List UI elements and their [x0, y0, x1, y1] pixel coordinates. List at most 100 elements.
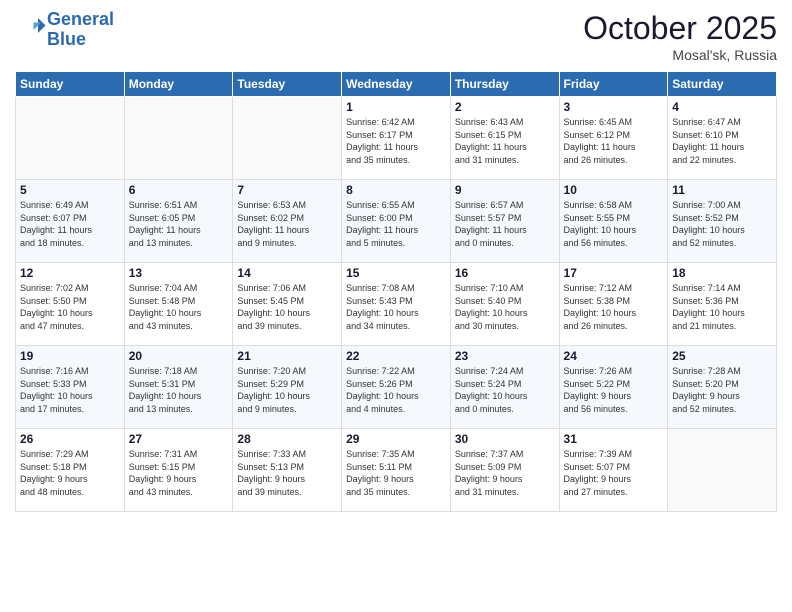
- day-info: Sunrise: 6:45 AM Sunset: 6:12 PM Dayligh…: [564, 116, 664, 166]
- day-info: Sunrise: 7:20 AM Sunset: 5:29 PM Dayligh…: [237, 365, 337, 415]
- day-number: 20: [129, 349, 229, 363]
- table-row: 17 Sunrise: 7:12 AM Sunset: 5:38 PM Dayli…: [559, 263, 668, 346]
- week-row-4: 19 Sunrise: 7:16 AM Sunset: 5:33 PM Dayli…: [16, 346, 777, 429]
- day-number: 10: [564, 183, 664, 197]
- day-number: 2: [455, 100, 555, 114]
- day-number: 25: [672, 349, 772, 363]
- logo-text: General Blue: [47, 10, 114, 50]
- table-row: 28Sunrise: 7:33 AM Sunset: 5:13 PM Dayli…: [233, 429, 342, 512]
- day-info: Sunrise: 7:04 AM Sunset: 5:48 PM Dayligh…: [129, 282, 229, 332]
- day-number: 3: [564, 100, 664, 114]
- day-number: 9: [455, 183, 555, 197]
- week-row-3: 12 Sunrise: 7:02 AM Sunset: 5:50 PM Dayli…: [16, 263, 777, 346]
- calendar: Sunday Monday Tuesday Wednesday Thursday…: [15, 71, 777, 512]
- day-number: 21: [237, 349, 337, 363]
- day-info: Sunrise: 6:43 AM Sunset: 6:15 PM Dayligh…: [455, 116, 555, 166]
- table-row: 15 Sunrise: 7:08 AM Sunset: 5:43 PM Dayli…: [342, 263, 451, 346]
- day-number: 17: [564, 266, 664, 280]
- table-row: [233, 97, 342, 180]
- day-info: Sunrise: 7:12 AM Sunset: 5:38 PM Dayligh…: [564, 282, 664, 332]
- table-row: 3 Sunrise: 6:45 AM Sunset: 6:12 PM Daylig…: [559, 97, 668, 180]
- day-number: 12: [20, 266, 120, 280]
- day-info: Sunrise: 7:18 AM Sunset: 5:31 PM Dayligh…: [129, 365, 229, 415]
- day-number: 28: [237, 432, 337, 446]
- month-title: October 2025: [583, 10, 777, 47]
- day-info: Sunrise: 7:08 AM Sunset: 5:43 PM Dayligh…: [346, 282, 446, 332]
- day-number: 16: [455, 266, 555, 280]
- table-row: 11 Sunrise: 7:00 AM Sunset: 5:52 PM Dayli…: [668, 180, 777, 263]
- day-info: Sunrise: 6:42 AM Sunset: 6:17 PM Dayligh…: [346, 116, 446, 166]
- day-number: 5: [20, 183, 120, 197]
- day-info: Sunrise: 6:55 AM Sunset: 6:00 PM Dayligh…: [346, 199, 446, 249]
- day-number: 15: [346, 266, 446, 280]
- day-info: Sunrise: 6:58 AM Sunset: 5:55 PM Dayligh…: [564, 199, 664, 249]
- day-number: 14: [237, 266, 337, 280]
- week-row-1: 1Sunrise: 6:42 AM Sunset: 6:17 PM Daylig…: [16, 97, 777, 180]
- day-info: Sunrise: 7:24 AM Sunset: 5:24 PM Dayligh…: [455, 365, 555, 415]
- day-info: Sunrise: 6:47 AM Sunset: 6:10 PM Dayligh…: [672, 116, 772, 166]
- table-row: [16, 97, 125, 180]
- day-number: 13: [129, 266, 229, 280]
- day-number: 6: [129, 183, 229, 197]
- day-info: Sunrise: 7:06 AM Sunset: 5:45 PM Dayligh…: [237, 282, 337, 332]
- table-row: 29 Sunrise: 7:35 AM Sunset: 5:11 PM Dayli…: [342, 429, 451, 512]
- table-row: 25Sunrise: 7:28 AM Sunset: 5:20 PM Dayli…: [668, 346, 777, 429]
- table-row: 24 Sunrise: 7:26 AM Sunset: 5:22 PM Dayli…: [559, 346, 668, 429]
- day-number: 8: [346, 183, 446, 197]
- table-row: 14 Sunrise: 7:06 AM Sunset: 5:45 PM Dayli…: [233, 263, 342, 346]
- day-number: 30: [455, 432, 555, 446]
- table-row: 9 Sunrise: 6:57 AM Sunset: 5:57 PM Daylig…: [450, 180, 559, 263]
- day-number: 24: [564, 349, 664, 363]
- table-row: 5 Sunrise: 6:49 AM Sunset: 6:07 PM Daylig…: [16, 180, 125, 263]
- day-info: Sunrise: 7:29 AM Sunset: 5:18 PM Dayligh…: [20, 448, 120, 498]
- day-info: Sunrise: 6:51 AM Sunset: 6:05 PM Dayligh…: [129, 199, 229, 249]
- day-info: Sunrise: 6:49 AM Sunset: 6:07 PM Dayligh…: [20, 199, 120, 249]
- table-row: [668, 429, 777, 512]
- table-row: 10 Sunrise: 6:58 AM Sunset: 5:55 PM Dayli…: [559, 180, 668, 263]
- table-row: 21 Sunrise: 7:20 AM Sunset: 5:29 PM Dayli…: [233, 346, 342, 429]
- page: General Blue October 2025 Mosal'sk, Russ…: [0, 0, 792, 612]
- table-row: 8 Sunrise: 6:55 AM Sunset: 6:00 PM Daylig…: [342, 180, 451, 263]
- col-sunday: Sunday: [16, 72, 125, 97]
- table-row: 4Sunrise: 6:47 AM Sunset: 6:10 PM Daylig…: [668, 97, 777, 180]
- day-info: Sunrise: 7:02 AM Sunset: 5:50 PM Dayligh…: [20, 282, 120, 332]
- day-info: Sunrise: 7:10 AM Sunset: 5:40 PM Dayligh…: [455, 282, 555, 332]
- col-saturday: Saturday: [668, 72, 777, 97]
- table-row: 6 Sunrise: 6:51 AM Sunset: 6:05 PM Daylig…: [124, 180, 233, 263]
- day-number: 19: [20, 349, 120, 363]
- week-row-5: 26Sunrise: 7:29 AM Sunset: 5:18 PM Dayli…: [16, 429, 777, 512]
- table-row: [124, 97, 233, 180]
- day-info: Sunrise: 7:39 AM Sunset: 5:07 PM Dayligh…: [564, 448, 664, 498]
- table-row: 26Sunrise: 7:29 AM Sunset: 5:18 PM Dayli…: [16, 429, 125, 512]
- table-row: 27Sunrise: 7:31 AM Sunset: 5:15 PM Dayli…: [124, 429, 233, 512]
- day-number: 18: [672, 266, 772, 280]
- table-row: 12 Sunrise: 7:02 AM Sunset: 5:50 PM Dayli…: [16, 263, 125, 346]
- day-info: Sunrise: 7:14 AM Sunset: 5:36 PM Dayligh…: [672, 282, 772, 332]
- day-info: Sunrise: 7:37 AM Sunset: 5:09 PM Dayligh…: [455, 448, 555, 498]
- day-info: Sunrise: 7:35 AM Sunset: 5:11 PM Dayligh…: [346, 448, 446, 498]
- day-number: 23: [455, 349, 555, 363]
- header-row: Sunday Monday Tuesday Wednesday Thursday…: [16, 72, 777, 97]
- header: General Blue October 2025 Mosal'sk, Russ…: [15, 10, 777, 63]
- table-row: 2 Sunrise: 6:43 AM Sunset: 6:15 PM Daylig…: [450, 97, 559, 180]
- day-number: 29: [346, 432, 446, 446]
- day-number: 27: [129, 432, 229, 446]
- table-row: 19 Sunrise: 7:16 AM Sunset: 5:33 PM Dayli…: [16, 346, 125, 429]
- day-info: Sunrise: 6:53 AM Sunset: 6:02 PM Dayligh…: [237, 199, 337, 249]
- table-row: 1Sunrise: 6:42 AM Sunset: 6:17 PM Daylig…: [342, 97, 451, 180]
- day-info: Sunrise: 6:57 AM Sunset: 5:57 PM Dayligh…: [455, 199, 555, 249]
- col-wednesday: Wednesday: [342, 72, 451, 97]
- table-row: 22Sunrise: 7:22 AM Sunset: 5:26 PM Dayli…: [342, 346, 451, 429]
- logo: General Blue: [15, 10, 114, 50]
- day-info: Sunrise: 7:16 AM Sunset: 5:33 PM Dayligh…: [20, 365, 120, 415]
- col-thursday: Thursday: [450, 72, 559, 97]
- day-number: 11: [672, 183, 772, 197]
- col-tuesday: Tuesday: [233, 72, 342, 97]
- day-info: Sunrise: 7:00 AM Sunset: 5:52 PM Dayligh…: [672, 199, 772, 249]
- table-row: 31Sunrise: 7:39 AM Sunset: 5:07 PM Dayli…: [559, 429, 668, 512]
- day-info: Sunrise: 7:26 AM Sunset: 5:22 PM Dayligh…: [564, 365, 664, 415]
- table-row: 16 Sunrise: 7:10 AM Sunset: 5:40 PM Dayli…: [450, 263, 559, 346]
- table-row: 30 Sunrise: 7:37 AM Sunset: 5:09 PM Dayli…: [450, 429, 559, 512]
- table-row: 7Sunrise: 6:53 AM Sunset: 6:02 PM Daylig…: [233, 180, 342, 263]
- week-row-2: 5 Sunrise: 6:49 AM Sunset: 6:07 PM Daylig…: [16, 180, 777, 263]
